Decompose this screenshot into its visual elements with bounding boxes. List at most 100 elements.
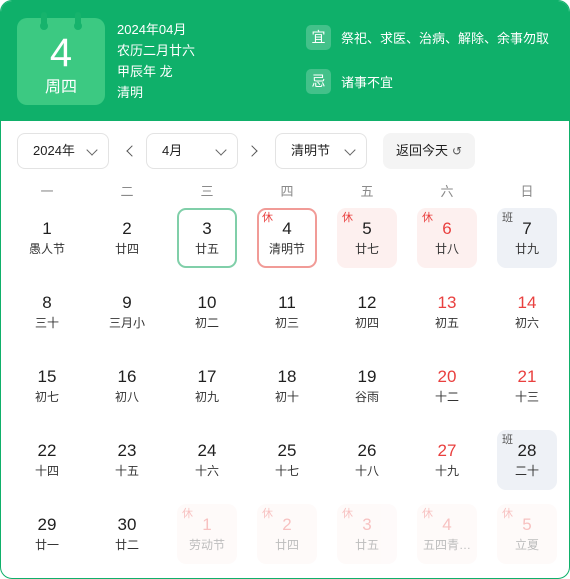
weekday-label: 三 [200,184,214,199]
day-cell[interactable]: 休 2 廿四 [247,504,327,564]
lunar-label: 初二 [194,316,219,330]
day-cell[interactable]: 休 4 五四青… [407,504,487,564]
return-icon: ↺ [451,144,463,158]
selected-weekday: 周四 [44,79,77,96]
day-number: 4 [282,219,292,238]
day-number: 26 [357,441,377,460]
day-cell[interactable]: 29 廿一 [7,504,87,564]
day-cell[interactable]: 18 初十 [247,356,327,416]
day-cell[interactable]: 8 三十 [7,282,87,342]
lunar-label: 廿七 [354,242,379,256]
lunar-label: 十四 [34,464,59,478]
day-cell[interactable]: 3 廿五 [167,208,247,268]
selected-day-number: 4 [49,31,73,75]
previous-month-button[interactable] [125,144,137,158]
day-number: 8 [42,293,52,312]
lunar-label: 初九 [194,390,219,404]
day-number: 11 [278,293,296,312]
lunar-label: 初五 [434,316,459,330]
day-cell[interactable]: 休 5 廿七 [327,208,407,268]
weekday-header: 一二三四五六日 [7,181,567,201]
day-cell[interactable]: 15 初七 [7,356,87,416]
day-cell[interactable]: 12 初四 [327,282,407,342]
day-cell[interactable]: 17 初九 [167,356,247,416]
day-cell[interactable]: 25 十七 [247,430,327,490]
day-number: 23 [117,441,137,460]
lunar-label: 愚人节 [28,242,65,256]
ji-text: 诸事不宜 [341,75,394,90]
day-number: 5 [362,219,372,238]
lunar-label: 廿九 [514,242,539,256]
inauspicious-row: 忌诸事不宜 [306,69,393,94]
day-cell[interactable]: 休 6 廿八 [407,208,487,268]
holiday-select-value: 清明节 [291,143,331,158]
day-cell[interactable]: 休 4 清明节 [247,208,327,268]
yi-tag: 宜 [306,25,331,50]
day-cell[interactable]: 16 初八 [87,356,167,416]
weekday-label: 五 [360,184,374,199]
lunar-label: 二十 [514,464,539,478]
day-number: 9 [122,293,132,312]
ganzhi-year: 甲辰年 龙 [117,64,173,79]
next-month-button[interactable] [248,144,260,158]
holiday-select[interactable]: 清明节 [275,133,367,169]
day-cell[interactable]: 10 初二 [167,282,247,342]
month-select[interactable]: 4月 [146,133,238,169]
day-number: 19 [357,367,377,386]
yi-text: 祭祀、求医、治病、解除、余事勿取 [341,31,550,46]
day-number: 2 [122,219,132,238]
day-cell[interactable]: 13 初五 [407,282,487,342]
weekday-label: 一 [40,184,54,199]
lunar-label: 初六 [514,316,539,330]
day-number: 18 [277,367,297,386]
lunar-label: 初八 [114,390,139,404]
day-cell[interactable]: 9 三月小 [87,282,167,342]
day-cell[interactable]: 休 3 廿五 [327,504,407,564]
day-number: 14 [517,293,537,312]
day-cell[interactable]: 14 初六 [487,282,567,342]
day-cell[interactable]: 19 谷雨 [327,356,407,416]
day-cell[interactable]: 21 十三 [487,356,567,416]
day-cell[interactable]: 27 十九 [407,430,487,490]
lunar-label: 三十 [34,316,59,330]
lunar-label: 十七 [274,464,299,478]
day-cell[interactable]: 23 十五 [87,430,167,490]
day-cell[interactable]: 1 愚人节 [7,208,87,268]
day-number: 22 [37,441,57,460]
day-cell[interactable]: 26 十八 [327,430,407,490]
day-cell[interactable]: 30 廿二 [87,504,167,564]
day-cell[interactable]: 24 十六 [167,430,247,490]
lunar-label: 廿四 [114,242,139,256]
day-number: 15 [37,367,57,386]
day-number: 3 [202,219,212,238]
lunar-label: 十九 [434,464,459,478]
day-cell[interactable]: 11 初三 [247,282,327,342]
day-cell[interactable]: 休 1 劳动节 [167,504,247,564]
day-number: 20 [437,367,457,386]
lunar-label: 十二 [434,390,459,404]
day-number: 2 [282,515,292,534]
day-number: 24 [197,441,217,460]
lunar-label: 十三 [514,390,539,404]
lunar-label: 廿二 [114,538,139,552]
day-cell[interactable]: 2 廿四 [87,208,167,268]
day-cell[interactable]: 22 十四 [7,430,87,490]
lunar-label: 十五 [114,464,139,478]
chevron-down-icon [344,144,356,156]
lunar-label: 五四青… [422,538,471,552]
back-to-today-button[interactable]: 返回今天 ↺ [383,133,475,169]
day-cell[interactable]: 班 28 二十 [487,430,567,490]
weekday-label: 六 [440,184,454,199]
year-select[interactable]: 2024年 [17,133,109,169]
selected-day-card: 4 周四 [17,12,105,105]
day-number: 21 [517,367,537,386]
lunar-label: 十八 [354,464,379,478]
day-cell[interactable]: 班 7 廿九 [487,208,567,268]
day-number: 1 [202,515,212,534]
lunar-label: 初四 [354,316,379,330]
day-cell[interactable]: 20 十二 [407,356,487,416]
day-number: 7 [522,219,532,238]
calendar-toolbar: 2024年 4月 清明节 返回今天 ↺ [1,133,569,169]
day-cell[interactable]: 休 5 立夏 [487,504,567,564]
lunar-label: 廿八 [434,242,459,256]
